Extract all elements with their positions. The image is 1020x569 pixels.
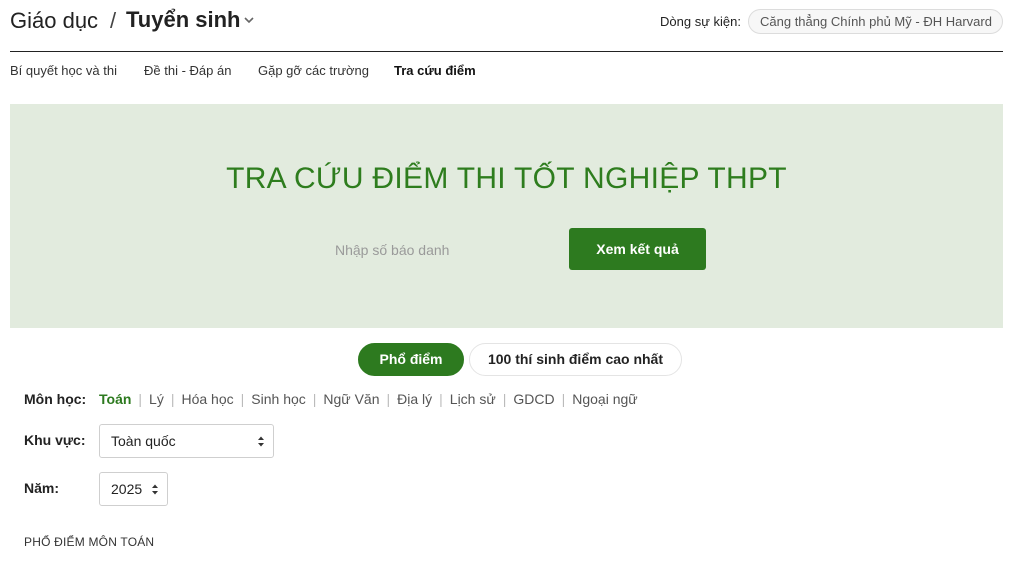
subject-chemistry[interactable]: Hóa học <box>181 391 233 407</box>
tab-top-100[interactable]: 100 thí sinh điểm cao nhất <box>469 343 682 376</box>
year-label: Năm: <box>24 480 60 496</box>
chevron-down-icon[interactable] <box>242 13 256 27</box>
subject-geography[interactable]: Địa lý <box>397 391 432 407</box>
distribution-section-title: PHỔ ĐIỂM MÔN TOÁN <box>24 535 155 549</box>
region-label: Khu vực: <box>24 432 86 448</box>
subject-list: Toán | Lý | Hóa học | Sinh học | Ngữ Văn | Địa lý |… <box>99 391 638 407</box>
score-lookup-hero: TRA CỨU ĐIỂM THI TỐT NGHIỆP THPT Xem kết… <box>10 104 1003 328</box>
subject-civics[interactable]: GDCD <box>513 391 554 407</box>
subject-divider: | <box>561 391 566 407</box>
breadcrumb-parent-link[interactable]: Giáo dục <box>10 8 98 34</box>
subject-divider: | <box>386 391 391 407</box>
tab-score-distribution[interactable]: Phổ điểm <box>358 343 464 376</box>
hero-title: TRA CỨU ĐIỂM THI TỐT NGHIỆP THPT <box>226 162 787 195</box>
subject-biology[interactable]: Sinh học <box>251 391 305 407</box>
subject-foreign-language[interactable]: Ngoại ngữ <box>572 391 637 407</box>
event-stream-label: Dòng sự kiện: <box>660 14 741 29</box>
subject-divider: | <box>439 391 443 407</box>
sort-arrows-icon <box>152 484 158 495</box>
subject-physics[interactable]: Lý <box>149 391 164 407</box>
subnav-item-tips[interactable]: Bí quyết học và thi <box>10 63 117 78</box>
event-chip[interactable]: Căng thẳng Chính phủ Mỹ - ĐH Harvard <box>748 9 1003 34</box>
subject-divider: | <box>312 391 317 407</box>
view-result-button[interactable]: Xem kết quả <box>569 228 706 270</box>
subnav-item-exams[interactable]: Đề thi - Đáp án <box>144 63 231 78</box>
subnav-item-score-lookup[interactable]: Tra cứu điểm <box>394 63 476 78</box>
year-select-value: 2025 <box>111 481 143 497</box>
subject-divider: | <box>502 391 507 407</box>
sort-arrows-icon <box>258 436 264 447</box>
subnav-item-schools[interactable]: Gặp gỡ các trường <box>258 63 369 78</box>
region-select[interactable]: Toàn quốc <box>99 424 274 458</box>
candidate-number-input[interactable] <box>335 238 535 262</box>
year-select[interactable]: 2025 <box>99 472 168 506</box>
region-select-value: Toàn quốc <box>111 433 176 449</box>
subject-history[interactable]: Lịch sử <box>450 391 496 407</box>
subject-label: Môn học: <box>24 391 87 407</box>
subject-divider: | <box>138 391 143 407</box>
subject-math[interactable]: Toán <box>99 391 131 407</box>
page-header: Giáo dục / Tuyển sinh Dòng sự kiện: Căng… <box>10 0 1003 52</box>
subject-divider: | <box>240 391 245 407</box>
subject-literature[interactable]: Ngữ Văn <box>323 391 379 407</box>
subject-divider: | <box>170 391 175 407</box>
breadcrumb-current[interactable]: Tuyển sinh <box>126 7 241 33</box>
breadcrumb-separator: / <box>110 8 117 33</box>
